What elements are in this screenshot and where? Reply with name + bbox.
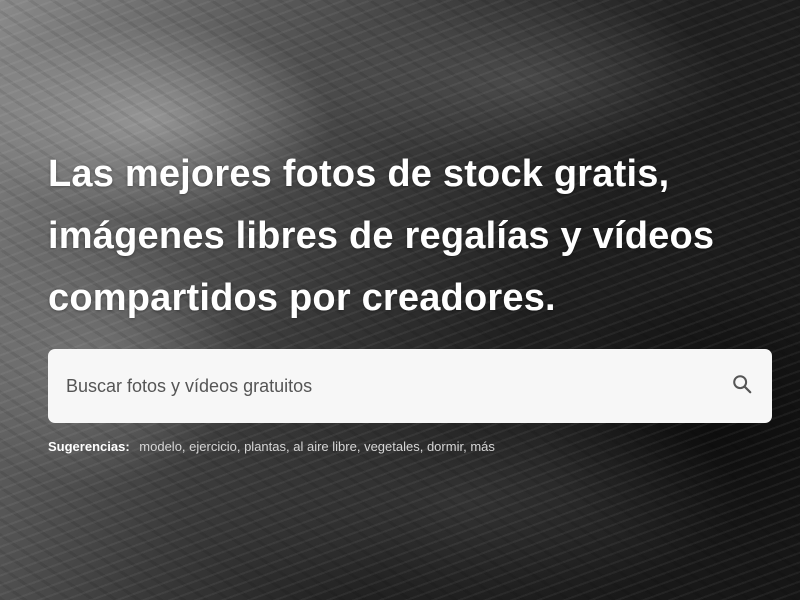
hero-headline-line: Las mejores fotos de stock gratis,	[48, 153, 670, 195]
search-icon	[731, 373, 753, 400]
hero-content: Las mejores fotos de stock gratis, imáge…	[48, 143, 772, 454]
suggestions-label: Sugerencias:	[48, 439, 130, 454]
suggestions: Sugerencias: modelo, ejercicio, plantas,…	[48, 439, 495, 454]
hero-headline: Las mejores fotos de stock gratis, imáge…	[48, 143, 772, 329]
suggestion-link[interactable]: plantas	[244, 439, 286, 454]
suggestion-more-link[interactable]: más	[470, 439, 495, 454]
suggestion-link[interactable]: vegetales	[364, 439, 420, 454]
search-bar	[48, 349, 772, 423]
search-button[interactable]	[712, 349, 772, 423]
suggestion-link[interactable]: al aire libre	[293, 439, 357, 454]
suggestion-link[interactable]: ejercicio	[189, 439, 237, 454]
hero-headline-line: compartidos por creadores.	[48, 277, 556, 319]
hero-headline-line: imágenes libres de regalías y vídeos	[48, 215, 715, 257]
suggestion-link[interactable]: dormir	[427, 439, 463, 454]
search-input[interactable]	[48, 349, 712, 423]
suggestion-link[interactable]: modelo	[139, 439, 182, 454]
